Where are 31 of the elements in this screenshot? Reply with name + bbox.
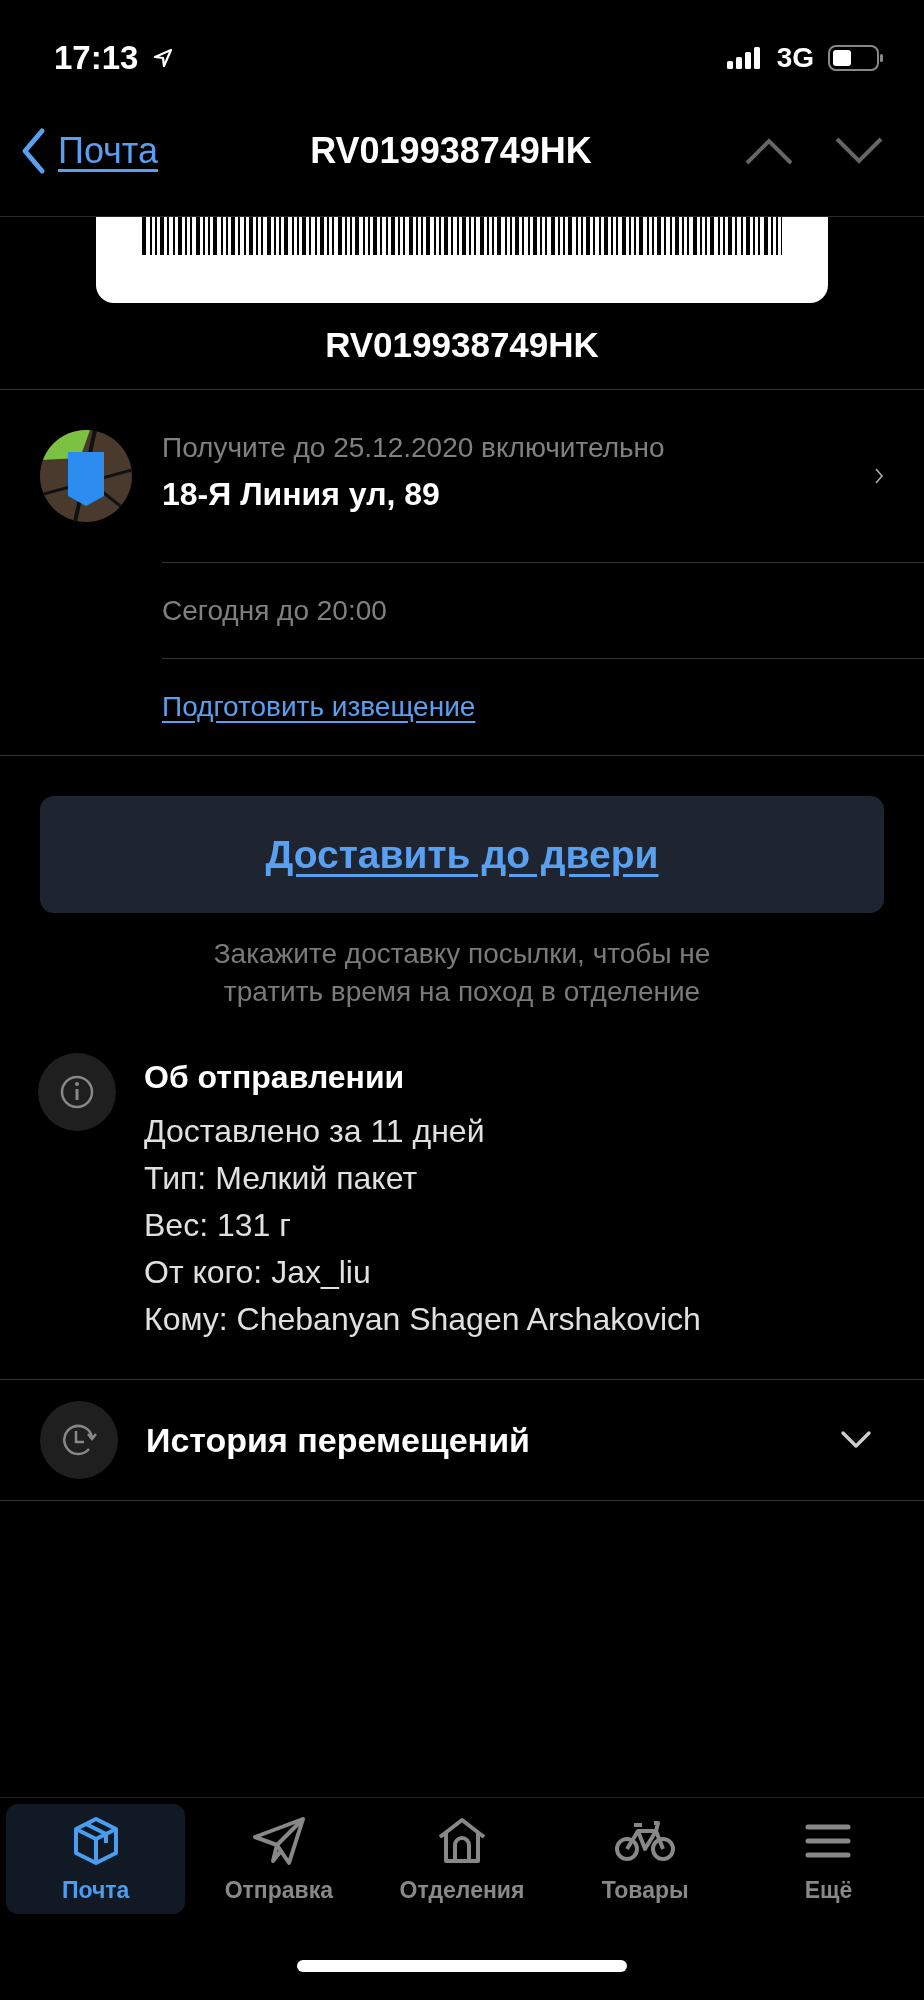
opening-hours: Сегодня до 20:00 <box>162 594 387 627</box>
location-arrow-icon <box>152 47 175 69</box>
shipment-detail: Вес: 131 г <box>144 1206 292 1245</box>
back-chevron-icon <box>20 127 46 175</box>
prepare-notice-link[interactable]: Подготовить извещение <box>162 691 476 723</box>
clock-icon <box>40 1401 118 1479</box>
delivery-caption: Закажите доставку посылки, чтобы не тратить время на поход в отделение <box>212 937 712 1009</box>
section-title: Об отправлении <box>144 1059 406 1096</box>
tab[interactable]: Отправка <box>189 1804 369 1914</box>
network-type: 3G <box>776 42 814 74</box>
shipment-detail: Доставлено за 11 дней <box>144 1112 486 1151</box>
paper-plane-icon <box>250 1814 307 1867</box>
tab[interactable]: Отделения <box>372 1804 552 1914</box>
status-time: 17:13 <box>54 39 139 77</box>
pickup-deadline: Получите до 25.12.2020 включительно <box>162 431 666 464</box>
info-icon <box>38 1053 116 1131</box>
post-office-address[interactable]: 18-Я Линия ул, 89 <box>162 475 874 513</box>
battery-icon <box>828 44 884 72</box>
tracking-number: RV019938749HK <box>324 324 600 366</box>
back-button[interactable]: Почта <box>20 127 158 175</box>
shipment-detail: Тип: Мелкий пакет <box>144 1159 419 1198</box>
deliver-to-door-button[interactable]: Доставить до двери <box>40 796 884 913</box>
shipment-detail: Кому: Chebanyan Shagen Arshakovich <box>144 1300 701 1339</box>
signal-icon <box>726 46 763 70</box>
window-title: RV019938749HK <box>309 130 593 172</box>
tab[interactable]: Почта <box>6 1804 186 1914</box>
tab[interactable]: Товары <box>555 1804 735 1914</box>
history-row[interactable]: История перемещений <box>0 1380 924 1500</box>
shipment-detail: От кого: Jax_liu <box>144 1253 372 1292</box>
chevron-right-icon[interactable] <box>874 467 884 485</box>
tab[interactable]: Ещё <box>738 1804 918 1914</box>
